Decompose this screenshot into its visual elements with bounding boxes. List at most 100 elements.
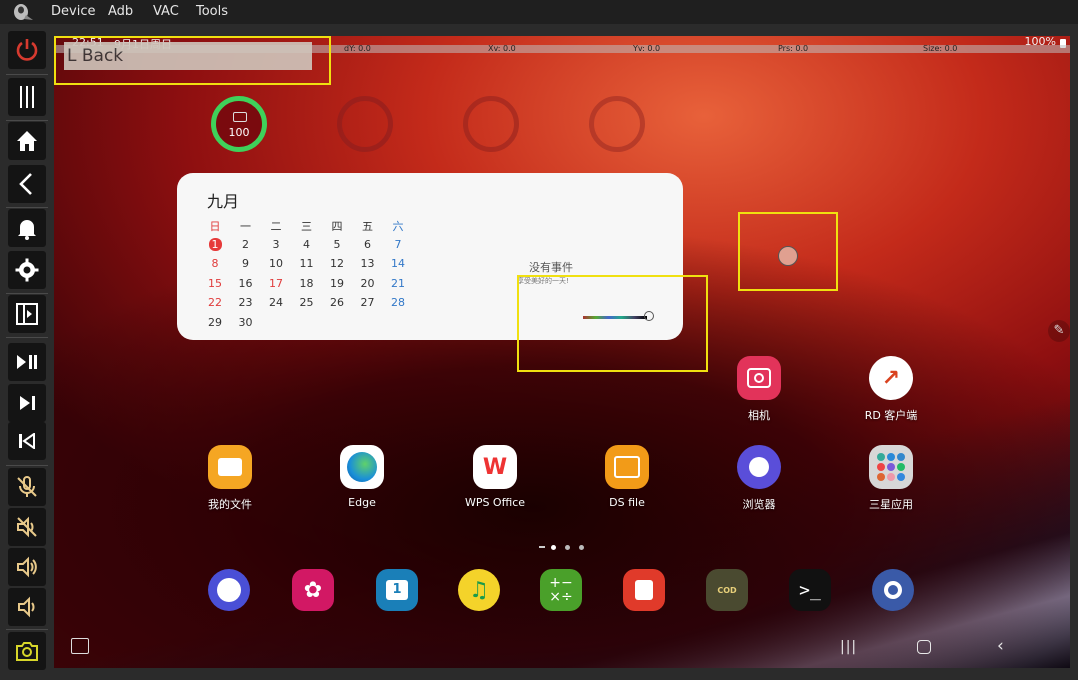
calendar-day[interactable]: 4	[295, 238, 319, 251]
calendar-day[interactable]: 3	[264, 238, 288, 251]
edit-icon[interactable]: ✎	[1048, 320, 1070, 342]
calendar-day[interactable]: 24	[264, 296, 288, 309]
calendar-day[interactable]: 7	[386, 238, 410, 251]
frame-bottom	[54, 668, 1078, 680]
app-label: DS file	[609, 496, 645, 509]
browser-app[interactable]: 浏览器	[709, 445, 809, 512]
menu-tools[interactable]: Tools	[196, 4, 228, 19]
next-button[interactable]	[8, 384, 46, 422]
camera-app[interactable]: 相机	[709, 356, 809, 423]
calendar-day[interactable]: 20	[356, 277, 380, 290]
calendar-day[interactable]: 19	[325, 277, 349, 290]
empty-ring	[589, 96, 645, 152]
calendar-day[interactable]: 27	[356, 296, 380, 309]
previous-button[interactable]	[8, 422, 46, 460]
calendar-day-today[interactable]: 1	[203, 237, 227, 251]
calendar-day[interactable]: 21	[386, 277, 410, 290]
menu-adb[interactable]: Adb	[108, 4, 133, 19]
home-button[interactable]	[8, 122, 46, 160]
panel-button[interactable]	[8, 295, 46, 333]
home-icon	[17, 131, 37, 151]
calendar-app[interactable]: 1	[376, 569, 418, 611]
calendar-day[interactable]: 12	[325, 257, 349, 270]
calendar-day[interactable]: 10	[264, 257, 288, 270]
calendar-day[interactable]: 13	[356, 257, 380, 270]
device-screen[interactable]: 22:51 9月1日周日 100% dY: 0.0 Xv: 0.0 Yv: 0.…	[54, 36, 1070, 668]
menu-vac[interactable]: VAC	[153, 4, 179, 19]
calculator-app[interactable]: +− ×÷	[540, 569, 582, 611]
folder-icon	[208, 445, 252, 489]
calendar-day[interactable]: 2	[234, 238, 258, 251]
volume-up-icon	[17, 556, 37, 578]
calendar-day[interactable]: 14	[386, 257, 410, 270]
calendar-day[interactable]: 5	[325, 238, 349, 251]
qq-music-app[interactable]: ♫	[458, 569, 500, 611]
panel-icon	[16, 303, 38, 325]
back-icon	[19, 173, 32, 195]
calendar-day[interactable]: 15	[203, 277, 227, 290]
app-label: 我的文件	[208, 498, 252, 511]
settings-button[interactable]	[8, 251, 46, 289]
notes-app[interactable]	[623, 569, 665, 611]
app-label: RD 客户端	[864, 409, 918, 422]
battery-widget[interactable]: 100	[211, 96, 267, 152]
side-toolbar	[0, 24, 54, 680]
planet-icon	[737, 445, 781, 489]
edge-app[interactable]: Edge	[312, 445, 412, 509]
debug-size: Size: 0.0	[923, 44, 958, 53]
calendar-day[interactable]: 11	[295, 257, 319, 270]
edge-icon	[340, 445, 384, 489]
notification-icon	[18, 220, 36, 240]
page-indicator	[539, 544, 589, 552]
rd-client-app[interactable]: ↗ RD 客户端	[841, 356, 941, 423]
calendar-day[interactable]: 28	[386, 296, 410, 309]
screenshot-button[interactable]	[8, 632, 46, 670]
calendar-day[interactable]: 25	[295, 296, 319, 309]
samsung-apps-folder[interactable]: 三星应用	[841, 445, 941, 512]
volume-mute-button[interactable]	[8, 508, 46, 546]
clock-app[interactable]	[208, 569, 250, 611]
touch-pointer	[778, 246, 798, 266]
settings-app[interactable]	[872, 569, 914, 611]
empty-ring	[337, 96, 393, 152]
keyboard-toggle-icon[interactable]	[71, 638, 89, 654]
recents-button[interactable]: |||	[840, 639, 857, 655]
volume-down-button[interactable]	[8, 588, 46, 626]
app-logo-icon	[12, 3, 34, 21]
previous-icon	[19, 433, 35, 449]
calendar-day[interactable]: 23	[234, 296, 258, 309]
debug-prs: Prs: 0.0	[778, 44, 809, 53]
next-icon	[20, 396, 35, 410]
calendar-day[interactable]: 30	[234, 316, 258, 329]
menu-device[interactable]: Device	[51, 4, 95, 19]
play-pause-button[interactable]	[8, 343, 46, 381]
call-of-duty-app[interactable]: COD	[706, 569, 748, 611]
calendar-day[interactable]: 6	[356, 238, 380, 251]
home-nav-button[interactable]	[917, 640, 931, 654]
my-files-app[interactable]: 我的文件	[180, 445, 280, 512]
volume-up-button[interactable]	[8, 548, 46, 586]
calendar-day[interactable]: 18	[295, 277, 319, 290]
calendar-day[interactable]: 26	[325, 296, 349, 309]
calendar-weekday: 三	[301, 220, 312, 233]
folder-grid-icon	[869, 445, 913, 489]
ds-file-app[interactable]: DS file	[577, 445, 677, 509]
power-button[interactable]	[8, 31, 46, 69]
empty-ring	[463, 96, 519, 152]
back-nav-button[interactable]: ‹	[997, 636, 1004, 656]
calendar-day[interactable]: 8	[203, 257, 227, 270]
calendar-day[interactable]: 16	[234, 277, 258, 290]
wps-office-app[interactable]: W WPS Office	[445, 445, 545, 509]
gallery-app[interactable]: ✿	[292, 569, 334, 611]
volume-mute-icon	[17, 516, 37, 538]
terminal-app[interactable]: >_	[789, 569, 831, 611]
notification-button[interactable]	[8, 209, 46, 247]
wps-icon: W	[473, 445, 517, 489]
mic-off-button[interactable]	[8, 468, 46, 506]
calendar-day[interactable]: 22	[203, 296, 227, 309]
calendar-day[interactable]: 9	[234, 257, 258, 270]
menu-button[interactable]	[8, 78, 46, 116]
calendar-day[interactable]: 29	[203, 316, 227, 329]
back-button[interactable]	[8, 165, 46, 203]
calendar-day[interactable]: 17	[264, 277, 288, 290]
